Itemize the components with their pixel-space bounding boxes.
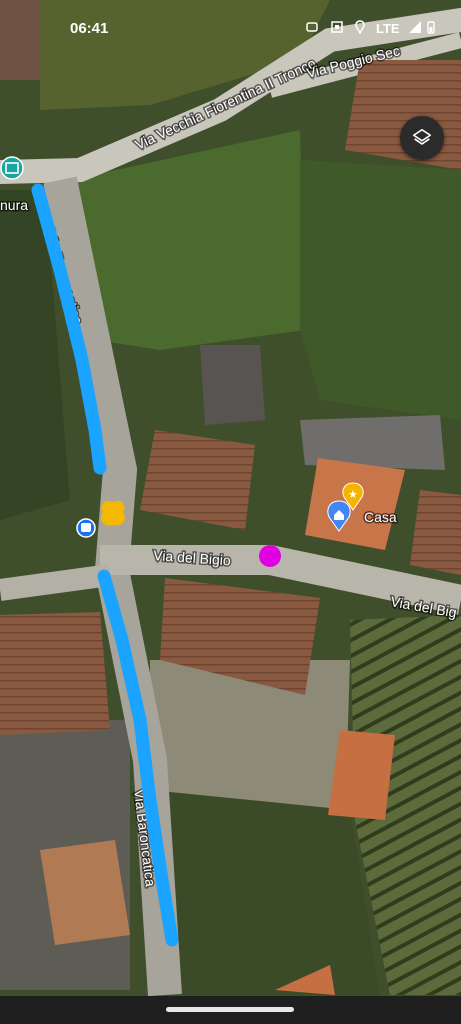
museum-icon[interactable] [0, 156, 24, 180]
home-label[interactable]: Casa [363, 508, 399, 527]
road-west-branch [0, 564, 112, 601]
signal-icon [409, 21, 421, 33]
place-label-partial[interactable]: nura [0, 196, 30, 215]
marker-magenta[interactable] [259, 545, 281, 567]
status-bar: 06:41 LTE [0, 0, 461, 58]
notification-icon [306, 22, 318, 32]
layers-icon [412, 128, 432, 145]
layers-button[interactable] [400, 116, 444, 160]
navigation-bar [0, 996, 461, 1024]
battery-icon [427, 21, 435, 34]
field-east [300, 160, 461, 420]
location-icon [355, 20, 365, 34]
screenshot-icon [331, 21, 343, 33]
status-time: 06:41 [70, 20, 109, 37]
building [200, 345, 265, 425]
satellite-map[interactable]: Via Vecchia Fiorentina II Tronco Via Pog… [0, 0, 461, 1024]
building [40, 840, 130, 945]
bus-stop-icon[interactable] [76, 518, 96, 538]
network-type: LTE [376, 21, 400, 36]
building [0, 612, 110, 735]
svg-text:★: ★ [348, 488, 358, 501]
home-gesture-handle[interactable] [166, 1007, 294, 1012]
marker-yellow[interactable] [101, 500, 125, 526]
field-southeast [150, 790, 380, 995]
